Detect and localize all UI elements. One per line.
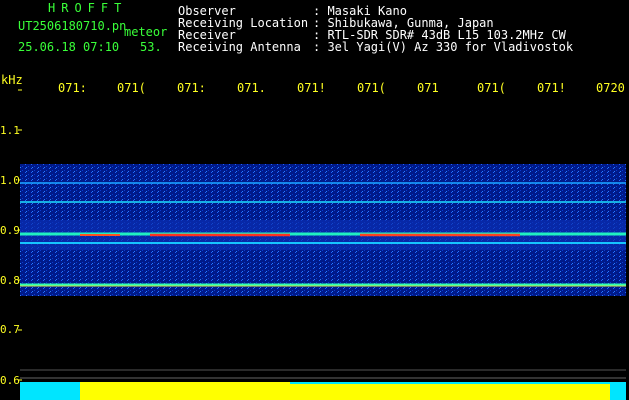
activity-bar-low — [22, 390, 80, 400]
activity-bar — [80, 382, 290, 400]
detection-count: 53. — [140, 40, 162, 54]
file-name: UT2506180710.pn — [18, 19, 127, 33]
spectrogram — [18, 89, 626, 400]
brand-title: HROFFT — [48, 1, 128, 15]
date-time: 25.06.18 07:10 — [18, 40, 120, 54]
antenna-label: Receiving Antenna — [178, 40, 301, 54]
antenna-value: : 3el Yagi(V) Az 330 for Vladivostok — [313, 40, 574, 54]
file-type: meteor — [124, 25, 168, 39]
activity-bar — [290, 384, 610, 400]
